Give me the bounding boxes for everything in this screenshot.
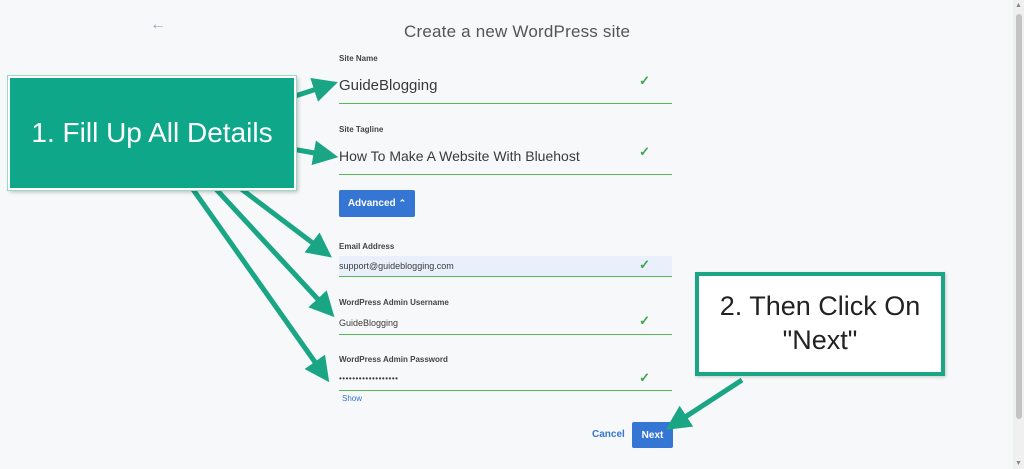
site-tagline-underline <box>339 174 672 175</box>
username-field[interactable]: WordPress Admin Username GuideBlogging ✓ <box>339 298 672 338</box>
scroll-thumb[interactable] <box>1016 14 1022 419</box>
scroll-up-icon[interactable]: ▲ <box>1015 2 1022 9</box>
site-name-label: Site Name <box>339 54 378 63</box>
email-check-icon: ✓ <box>639 257 650 272</box>
arrow-to-site-tagline <box>291 140 339 166</box>
site-tagline-field[interactable]: Site Tagline How To Make A Website With … <box>339 125 672 177</box>
callout-click-next: 2. Then Click On "Next" <box>695 272 945 376</box>
username-check-icon: ✓ <box>639 313 650 328</box>
password-underline <box>339 390 672 391</box>
callout-click-next-line2: "Next" <box>782 325 858 355</box>
arrow-to-password <box>189 186 330 383</box>
username-underline <box>339 334 672 335</box>
email-label: Email Address <box>339 242 395 251</box>
site-tagline-input[interactable]: How To Make A Website With Bluehost <box>339 148 580 164</box>
arrow-to-next <box>665 377 744 430</box>
site-name-field[interactable]: Site Name GuideBlogging ✓ <box>339 54 672 106</box>
scrollbar[interactable]: ▲ ▼ <box>1013 0 1024 469</box>
email-underline <box>339 276 672 277</box>
back-arrow-icon[interactable]: ← <box>150 16 166 34</box>
callout-click-next-line1: 2. Then Click On <box>719 291 921 322</box>
email-input[interactable]: support@guideblogging.com <box>339 261 454 271</box>
callout-fill-details: 1. Fill Up All Details <box>8 76 296 190</box>
password-check-icon: ✓ <box>639 370 650 385</box>
site-name-underline <box>339 103 672 104</box>
arrow-to-username <box>213 186 335 318</box>
password-label: WordPress Admin Password <box>339 355 448 364</box>
chevron-up-icon: ⌃ <box>398 198 407 208</box>
site-name-check-icon: ✓ <box>639 73 650 88</box>
password-input[interactable]: •••••••••••••••••• <box>339 374 398 383</box>
next-button[interactable]: Next <box>632 422 673 448</box>
site-name-input[interactable]: GuideBlogging <box>339 77 437 94</box>
username-label: WordPress Admin Username <box>339 298 449 307</box>
site-tagline-check-icon: ✓ <box>639 144 650 159</box>
page-title: Create a new WordPress site <box>404 22 631 41</box>
username-input[interactable]: GuideBlogging <box>339 318 398 328</box>
scroll-down-icon[interactable]: ▼ <box>1015 460 1022 467</box>
show-password-link[interactable]: Show <box>342 394 362 403</box>
arrow-to-email <box>238 186 332 258</box>
advanced-label: Advanced <box>347 198 396 209</box>
site-tagline-label: Site Tagline <box>339 125 384 134</box>
email-field[interactable]: Email Address support@guideblogging.com … <box>339 242 672 278</box>
cancel-button[interactable]: Cancel <box>592 429 625 440</box>
arrow-to-site-name <box>291 77 338 102</box>
advanced-button[interactable]: Advanced ⌃ <box>339 190 415 217</box>
password-field[interactable]: WordPress Admin Password •••••••••••••••… <box>339 355 672 393</box>
